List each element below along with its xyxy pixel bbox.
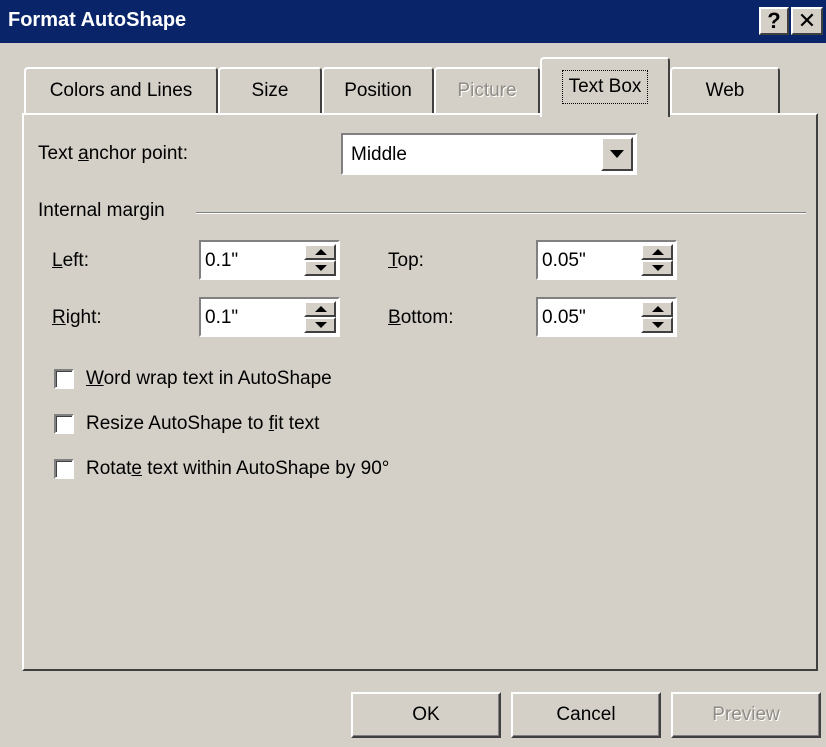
tab-text-box[interactable]: Text Box [540,57,670,117]
top-label: Top: [388,250,424,271]
tab-size[interactable]: Size [218,67,322,113]
left-margin-spinner[interactable]: 0.1" [199,240,340,280]
cancel-button[interactable]: Cancel [511,692,661,738]
anchor-value: Middle [351,144,407,165]
close-icon: ✕ [797,8,817,33]
tab-label: Position [344,80,412,101]
word-wrap-label: Word wrap text in AutoShape [86,368,332,389]
rotate-label: Rotate text within AutoShape by 90° [86,458,390,479]
tab-label: Web [705,80,745,101]
question-mark-icon: ? [767,8,781,33]
tab-label: Size [251,80,289,101]
right-label: Right: [52,307,102,328]
anchor-dropdown[interactable]: Middle [341,133,637,175]
arrow-up-icon [652,249,664,255]
internal-margin-heading: Internal margin [38,200,165,221]
help-button[interactable]: ? [759,7,789,35]
right-margin-value[interactable]: 0.1" [205,307,238,329]
tab-colors-and-lines[interactable]: Colors and Lines [24,67,218,113]
arrow-up-icon [652,306,664,312]
arrow-down-icon [315,322,327,328]
tab-label: Colors and Lines [49,80,193,101]
ok-button[interactable]: OK [351,692,501,738]
ok-label: OK [412,704,440,725]
tab-label: Text Box [561,70,649,104]
arrow-up-icon [315,306,327,312]
anchor-label: Text anchor point: [38,143,188,164]
tab-picture[interactable]: Picture [434,67,540,113]
spin-up-button[interactable] [304,301,336,317]
spin-up-button[interactable] [641,301,673,317]
right-margin-spinner[interactable]: 0.1" [199,297,340,337]
spin-down-button[interactable] [641,317,673,333]
bottom-margin-spinner[interactable]: 0.05" [536,297,677,337]
rotate-checkbox[interactable] [54,459,74,479]
left-margin-value[interactable]: 0.1" [205,250,238,272]
resize-option[interactable]: Resize AutoShape to fit text [54,413,319,435]
arrow-down-icon [652,322,664,328]
top-margin-spinner[interactable]: 0.05" [536,240,677,280]
close-button[interactable]: ✕ [791,7,823,35]
arrow-down-icon [652,265,664,271]
group-divider-highlight [196,213,806,214]
bottom-margin-value[interactable]: 0.05" [542,307,586,329]
tab-position[interactable]: Position [322,67,434,113]
word-wrap-checkbox[interactable] [54,369,74,389]
chevron-down-icon [610,150,624,158]
word-wrap-option[interactable]: Word wrap text in AutoShape [54,368,332,390]
spin-down-button[interactable] [304,260,336,276]
preview-label: Preview [712,704,780,725]
preview-button[interactable]: Preview [671,692,821,738]
dropdown-button[interactable] [601,137,633,171]
spin-down-button[interactable] [641,260,673,276]
tab-web[interactable]: Web [670,67,780,113]
resize-checkbox[interactable] [54,414,74,434]
dialog-title: Format AutoShape [8,9,187,31]
arrow-up-icon [315,249,327,255]
left-label: Left: [52,250,89,271]
spin-up-button[interactable] [641,244,673,260]
spin-down-button[interactable] [304,317,336,333]
resize-label: Resize AutoShape to fit text [86,413,320,434]
top-margin-value[interactable]: 0.05" [542,250,586,272]
rotate-option[interactable]: Rotate text within AutoShape by 90° [54,458,389,480]
cancel-label: Cancel [556,704,616,725]
bottom-label: Bottom: [388,307,454,328]
arrow-down-icon [315,265,327,271]
tab-label: Picture [457,80,517,101]
title-bar[interactable]: Format AutoShape ? ✕ [0,0,826,43]
tab-panel [22,113,818,671]
spin-up-button[interactable] [304,244,336,260]
